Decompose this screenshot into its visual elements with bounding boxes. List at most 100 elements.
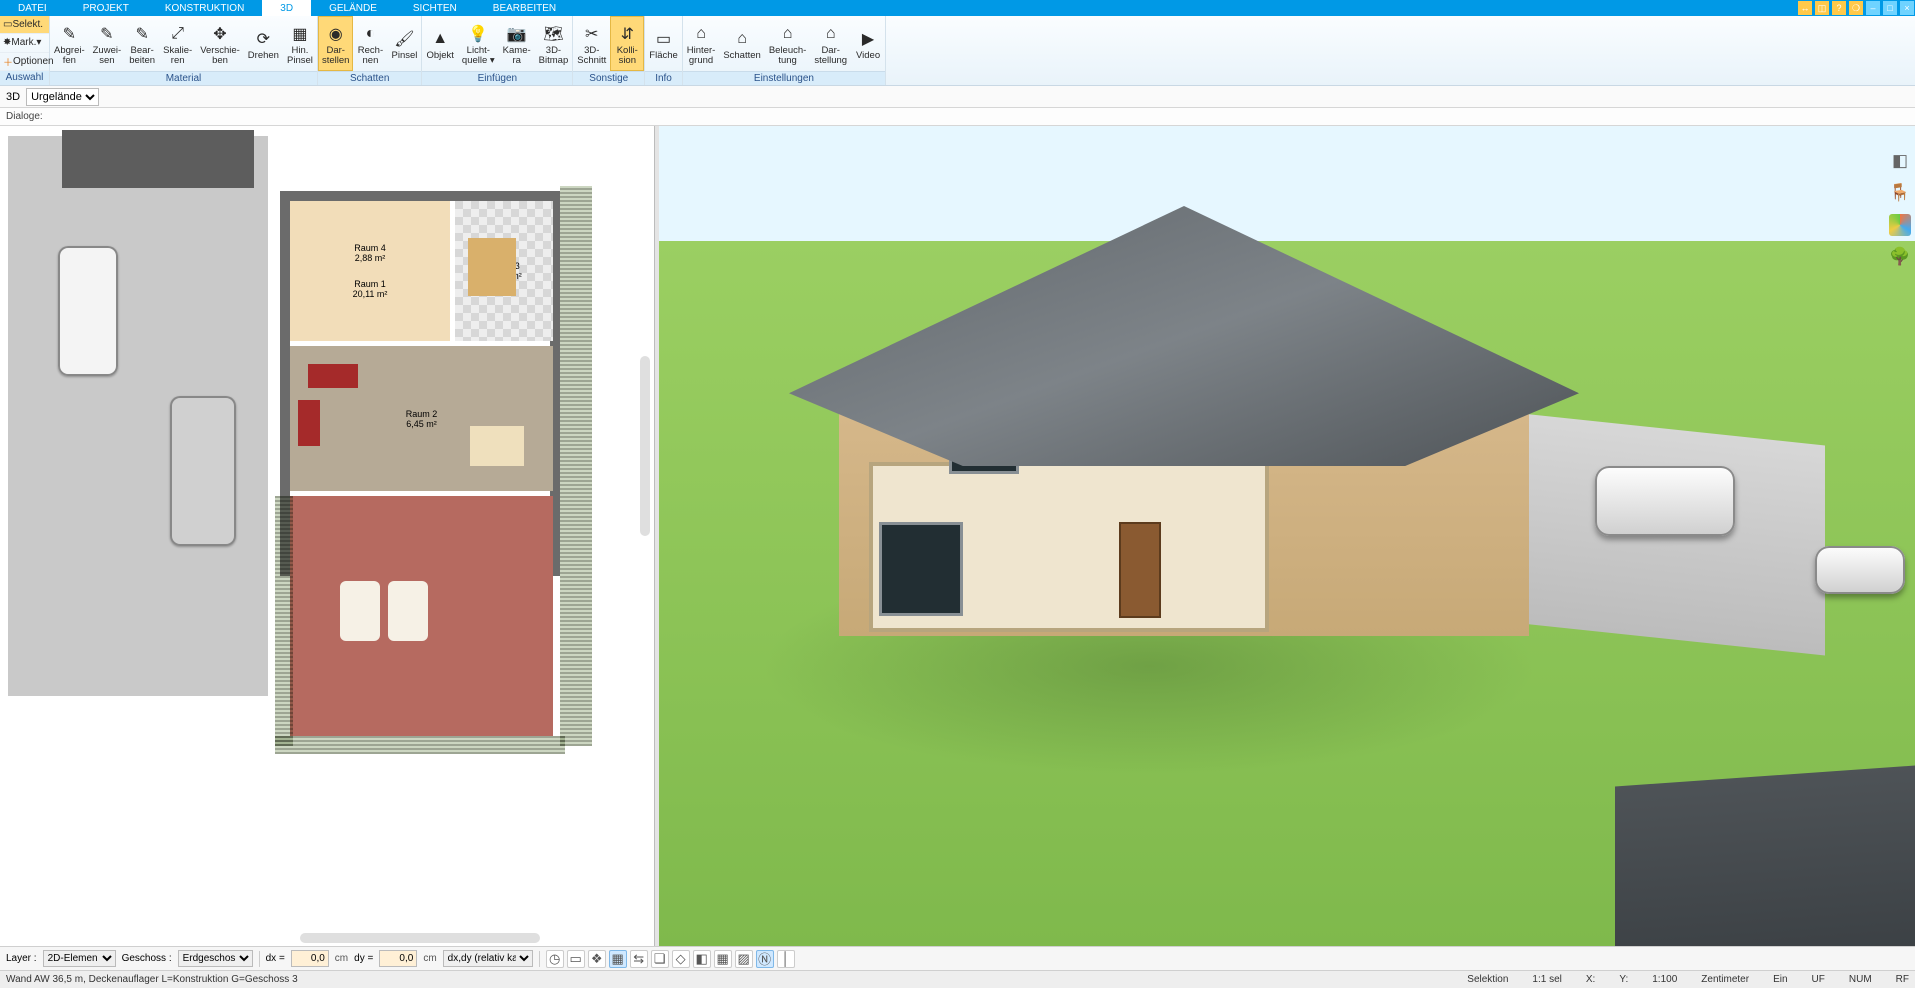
mark-btn[interactable]: ✸ Mark. ▾ <box>0 34 49 52</box>
bottom-boxwire-icon[interactable]: ▦ <box>609 950 627 968</box>
bottom-layers2-icon[interactable]: ❏ <box>651 950 669 968</box>
furniture-icon[interactable]: 🪑 <box>1889 182 1911 204</box>
zuweisen-icon: ✎ <box>96 23 118 45</box>
schatten-button[interactable]: ⌂Schatten <box>719 16 765 71</box>
video-button[interactable]: ▶Video <box>851 16 885 71</box>
tree-icon[interactable]: 🌳 <box>1889 246 1911 268</box>
render-3d-view[interactable] <box>659 126 1915 946</box>
ribbon-group-material: ✎Abgrei- fen✎Zuwei- sen✎Bear- beiten⤢Ska… <box>50 16 318 85</box>
pinsel-button[interactable]: 🖌Pinsel <box>387 16 421 71</box>
bottom-arrowswap-icon[interactable]: ⇆ <box>630 950 648 968</box>
kollision-button[interactable]: ⇵Kolli- sion <box>610 16 644 71</box>
hinpinsel-label: Hin. Pinsel <box>287 46 313 66</box>
panel-icon[interactable]: ◫ <box>1815 1 1829 15</box>
menu-tab-projekt[interactable]: PROJEKT <box>65 0 147 16</box>
bottom-stack-icon[interactable]: ❖ <box>588 950 606 968</box>
scrollbar-horizontal[interactable] <box>300 933 540 943</box>
bitmap3d-icon: 🗺 <box>542 23 564 45</box>
car-3d <box>1815 546 1905 594</box>
window-min-icon[interactable]: – <box>1866 1 1880 15</box>
darstellen-button[interactable]: ◉Dar- stellen <box>318 16 353 71</box>
hintergrund-button[interactable]: ⌂Hinter- grund <box>683 16 720 71</box>
beleuchtung-button[interactable]: ⌂Beleuch- tung <box>765 16 811 71</box>
bearbeiten-button[interactable]: ✎Bear- beiten <box>125 16 159 71</box>
bottom-grid-icon[interactable]: ▦ <box>714 950 732 968</box>
pinsel-label: Pinsel <box>392 51 418 61</box>
status-bar: Wand AW 36,5 m, Deckenauflager L=Konstru… <box>0 970 1915 988</box>
plan-2d-view[interactable]: Raum 42,88 m² Raum 120,11 m² Raum 325,90… <box>0 126 655 946</box>
schnitt3d-button[interactable]: ✂3D- Schnitt <box>573 16 610 71</box>
group-label: Info <box>645 71 682 85</box>
bottom-diamond-icon[interactable]: ◇ <box>672 950 690 968</box>
status-y: Y: <box>1619 974 1628 985</box>
bottom-clock-icon[interactable]: ◷ <box>546 950 564 968</box>
rechnen-label: Rech- nen <box>358 46 383 66</box>
darstellung-button[interactable]: ⌂Dar- stellung <box>810 16 851 71</box>
drehen-button[interactable]: ⟳Drehen <box>244 16 283 71</box>
status-rf: RF <box>1896 974 1909 985</box>
group-label: Sonstige <box>573 71 644 85</box>
layer-select[interactable]: 2D-Elemen <box>43 950 116 967</box>
flaeche-icon: ▭ <box>653 28 675 50</box>
darstellen-icon: ◉ <box>325 23 347 45</box>
storey-label: Geschoss : <box>122 953 172 964</box>
terrain-dropdown[interactable]: Urgelände <box>26 88 99 106</box>
menu-tab-3d[interactable]: 3D <box>262 0 311 16</box>
options-btn[interactable]: ＋Optionen <box>0 53 49 71</box>
bottom-bar-icon[interactable]: │ <box>777 950 795 968</box>
status-units: Zentimeter <box>1701 974 1749 985</box>
relative-select[interactable]: dx,dy (relativ ka <box>443 950 533 967</box>
toggle-icon[interactable]: ↔ <box>1798 1 1812 15</box>
drehen-label: Drehen <box>248 51 279 61</box>
menu-tab-datei[interactable]: DATEI <box>0 0 65 16</box>
menu-tab-sichten[interactable]: SICHTEN <box>395 0 475 16</box>
roof <box>789 206 1579 466</box>
bottom-monitor-icon[interactable]: ▭ <box>567 950 585 968</box>
dialog-label: Dialoge: <box>6 111 43 122</box>
storey-select[interactable]: Erdgeschos <box>178 950 253 967</box>
verschieben-button[interactable]: ✥Verschie- ben <box>196 16 244 71</box>
info-icon[interactable]: ❍ <box>1849 1 1863 15</box>
bitmap3d-button[interactable]: 🗺3D- Bitmap <box>535 16 573 71</box>
rechnen-button[interactable]: ◐Rech- nen <box>353 16 387 71</box>
menu-tab-bearbeiten[interactable]: BEARBEITEN <box>475 0 574 16</box>
hintergrund-icon: ⌂ <box>690 23 712 45</box>
window-max-icon[interactable]: □ <box>1883 1 1897 15</box>
schnitt3d-label: 3D- Schnitt <box>577 46 606 66</box>
hintergrund-label: Hinter- grund <box>687 46 716 66</box>
window-close-icon[interactable]: × <box>1900 1 1914 15</box>
hinpinsel-button[interactable]: ▦Hin. Pinsel <box>283 16 317 71</box>
skalieren-button[interactable]: ⤢Skalie- ren <box>159 16 196 71</box>
flaeche-button[interactable]: ▭Fläche <box>645 16 682 71</box>
select-btn[interactable]: ▭ Selekt. <box>0 16 49 34</box>
menu-tab-gelände[interactable]: GELÄNDE <box>311 0 395 16</box>
abgreifen-button[interactable]: ✎Abgrei- fen <box>50 16 89 71</box>
hedge <box>560 186 592 746</box>
menu-tab-konstruktion[interactable]: KONSTRUKTION <box>147 0 262 16</box>
darstellen-label: Dar- stellen <box>322 46 349 66</box>
bottom-toolbar: Layer : 2D-Elemen Geschoss : Erdgeschos … <box>0 946 1915 970</box>
ribbon-group-info: ▭FlächeInfo <box>645 16 683 85</box>
bottom-hatch-icon[interactable]: ▨ <box>735 950 753 968</box>
armchair <box>298 400 320 446</box>
help-icon[interactable]: ? <box>1832 1 1846 15</box>
schatten-icon: ⌂ <box>731 28 753 50</box>
pinsel-icon: 🖌 <box>393 28 415 50</box>
dy-input[interactable] <box>379 950 417 967</box>
bottom-cube-icon[interactable]: ◧ <box>693 950 711 968</box>
lounger <box>340 581 380 641</box>
scrollbar-vertical[interactable] <box>640 356 650 536</box>
kamera-button[interactable]: 📷Kame- ra <box>499 16 535 71</box>
status-uf: UF <box>1812 974 1825 985</box>
zuweisen-button[interactable]: ✎Zuwei- sen <box>89 16 126 71</box>
objekt-button[interactable]: ▲Objekt <box>422 16 457 71</box>
bottom-circleN-icon[interactable]: Ⓝ <box>756 950 774 968</box>
dy-label: dy = <box>354 953 373 964</box>
layers-icon[interactable]: ◧ <box>1889 150 1911 172</box>
dx-input[interactable] <box>291 950 329 967</box>
unit-cm: cm <box>423 953 436 964</box>
lichtquelle-button[interactable]: 💡Licht- quelle ▾ <box>458 16 499 71</box>
palette-icon[interactable] <box>1889 214 1911 236</box>
darstellung-icon: ⌂ <box>820 23 842 45</box>
lichtquelle-label: Licht- quelle ▾ <box>462 46 495 66</box>
